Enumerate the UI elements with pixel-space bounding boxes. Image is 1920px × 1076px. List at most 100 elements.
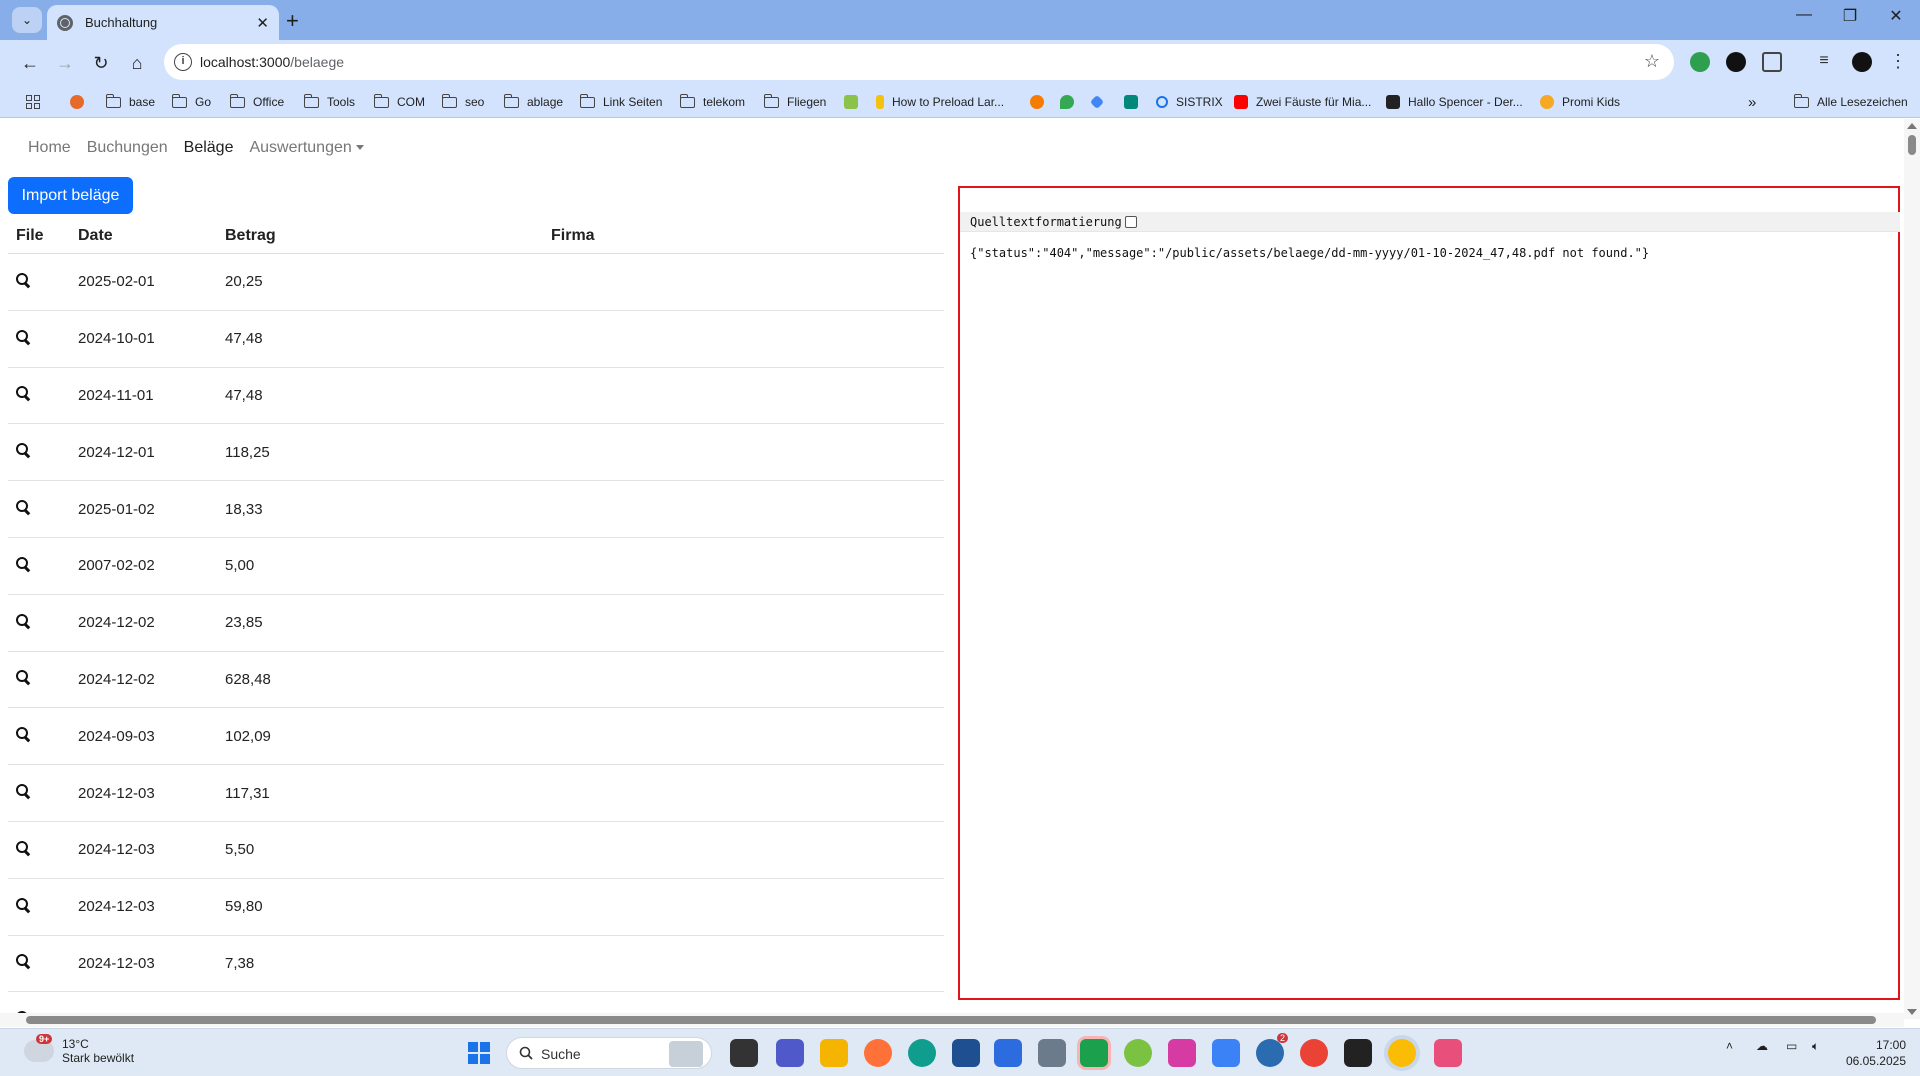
brave-bookmark-icon[interactable] [70,92,92,112]
file-explorer-icon[interactable] [820,1039,848,1067]
search-icon[interactable] [16,784,30,798]
minimize-button[interactable]: — [1782,6,1826,24]
bookmark-link[interactable]: Hallo Spencer - Der... [1386,92,1523,112]
tray-chevron-icon[interactable]: ˄ [1726,1039,1733,1053]
chrome-icon[interactable] [1300,1039,1328,1067]
ftp-client-icon[interactable] [1124,1039,1152,1067]
bookmark-folder[interactable]: seo [441,92,484,112]
bookmark-link[interactable]: Promi Kids [1540,92,1620,112]
search-icon[interactable] [16,500,30,514]
media-queue-icon[interactable]: ≡ [1814,52,1834,72]
import-button[interactable]: Import beläge [8,177,133,214]
bookmark-folder[interactable]: COM [373,92,425,112]
bookmark-folder[interactable]: Go [171,92,211,112]
search-icon[interactable] [16,840,30,855]
weather-widget[interactable]: 9+ 13°C Stark bewölkt [24,1034,134,1065]
nav-buchungen[interactable]: Buchungen [87,139,168,157]
scroll-up-arrow-icon[interactable] [1907,123,1917,129]
bookmark-folder[interactable]: telekom [679,92,745,112]
betrag-cell: 102,09 [225,727,271,745]
gemini-star-icon[interactable] [1089,92,1110,112]
leaf-bookmark-icon[interactable] [844,92,866,112]
search-icon[interactable] [16,272,30,287]
search-icon[interactable] [16,613,30,628]
store-icon[interactable] [952,1039,980,1067]
search-icon[interactable] [16,386,30,400]
maps-pin-icon[interactable] [1060,92,1082,112]
restore-button[interactable]: ❐ [1828,6,1872,26]
back-button[interactable]: ← [17,50,43,76]
search-icon[interactable] [16,897,30,912]
browser-tab[interactable]: Buchhaltung ✕ [47,5,279,40]
url-text[interactable]: localhost:3000/belaege [200,54,344,70]
search-icon[interactable] [16,670,30,684]
search-icon[interactable] [16,954,30,968]
editor-icon[interactable] [994,1039,1022,1067]
file-preview-frame[interactable]: Quelltextformatierung {"status":"404","m… [958,186,1900,1000]
sticky-notes-icon[interactable] [1344,1039,1372,1067]
task-view-icon[interactable] [730,1039,758,1067]
extensions-puzzle-icon[interactable] [1762,52,1782,72]
bookmark-folder[interactable]: Office [229,92,284,112]
app-icon[interactable] [1434,1039,1462,1067]
nav-home[interactable]: Home [28,139,71,157]
new-tab-button[interactable]: + [286,8,299,34]
file-cell [8,272,78,291]
close-tab-icon[interactable]: ✕ [256,14,269,32]
site-info-icon[interactable]: i [174,53,192,71]
bookmark-star-icon[interactable]: ☆ [1644,51,1660,72]
apps-grid-icon[interactable] [26,92,40,112]
network-icon[interactable]: ▭ [1786,1039,1797,1053]
horizontal-scrollbar[interactable] [0,1013,1904,1027]
forward-button[interactable]: → [52,50,78,76]
profile-avatar[interactable] [1852,52,1872,72]
bookmark-link[interactable]: Zwei Fäuste für Mia... [1234,92,1371,112]
bookmark-link[interactable]: How to Preload Lar... [876,92,1004,112]
bookmark-folder[interactable]: ablage [503,92,563,112]
extension-clover-icon[interactable] [1690,52,1710,72]
nav-belaege[interactable]: Beläge [184,139,234,157]
source-format-checkbox[interactable] [1125,216,1137,228]
close-window-button[interactable]: ✕ [1874,6,1918,26]
home-icon[interactable]: ⌂ [124,50,150,76]
extension-play-icon[interactable] [1726,52,1746,72]
word-icon[interactable] [1212,1039,1240,1067]
scroll-down-arrow-icon[interactable] [1907,1009,1917,1015]
more-bookmarks-button[interactable]: » [1748,92,1756,112]
vertical-scroll-thumb[interactable] [1908,135,1916,155]
nav-auswertungen[interactable]: Auswertungen [249,139,364,157]
calculator-icon[interactable] [1038,1039,1066,1067]
thunderbird-icon[interactable]: 2 [1256,1033,1288,1067]
search-icon[interactable] [16,727,30,741]
bookmark-folder[interactable]: Link Seiten [579,92,662,112]
bookmark-folder[interactable]: Tools [303,92,355,112]
numbers-app-icon[interactable] [1080,1039,1108,1067]
reload-button[interactable]: ↻ [88,50,114,76]
firefox-icon[interactable] [864,1039,892,1067]
onedrive-cloud-icon[interactable]: ☁ [1756,1039,1768,1053]
search-icon[interactable] [16,329,30,344]
speaker-icon[interactable]: 🔈︎ [1812,1039,1819,1054]
bookmark-folder[interactable]: base [105,92,155,112]
taskbar-search[interactable]: Suche [506,1037,712,1069]
chrome-active-icon[interactable] [1388,1039,1416,1067]
horizontal-scroll-thumb[interactable] [26,1016,1876,1024]
edge-icon[interactable] [908,1039,936,1067]
all-bookmarks-folder[interactable]: Alle Lesezeichen [1793,92,1908,112]
file-cell [8,954,78,972]
bookmark-folder[interactable]: Fliegen [763,92,826,112]
teams-icon[interactable] [776,1039,804,1067]
menu-dots-icon[interactable]: ⋮ [1888,52,1908,72]
bookmark-icon-only[interactable] [1030,92,1052,112]
vertical-scrollbar[interactable] [1904,119,1920,1019]
windows-start-icon[interactable] [468,1042,490,1064]
search-icon[interactable] [16,443,30,457]
system-clock[interactable]: 17:00 06.05.2025 [1846,1037,1906,1069]
folder-icon [303,93,319,108]
meet-icon[interactable] [1124,92,1146,112]
tab-search-button[interactable]: ⌄ [12,7,42,33]
search-icon[interactable] [16,556,30,571]
bookmark-link[interactable]: SISTRIX [1156,92,1223,112]
address-bar[interactable]: i localhost:3000/belaege ☆ [164,44,1674,80]
webstorm-icon[interactable] [1168,1039,1196,1067]
